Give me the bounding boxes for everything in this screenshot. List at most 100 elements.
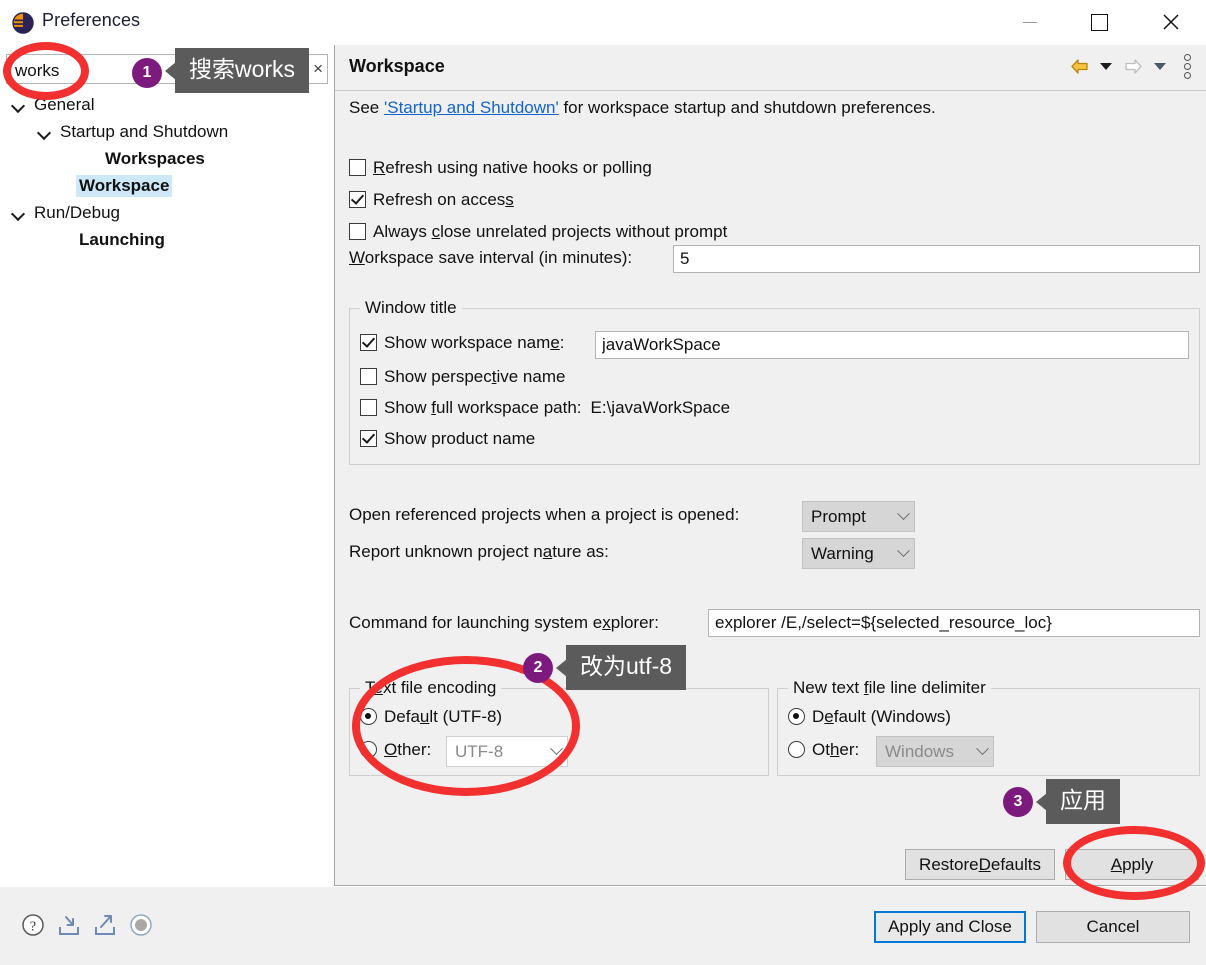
label-pre: D (812, 707, 825, 726)
system-explorer-input[interactable] (708, 609, 1200, 637)
tree-item-startup-and-shutdown[interactable]: Startup and Shutdown (0, 118, 335, 145)
label-mnemonic: e (550, 333, 560, 352)
footer-icon-bar: ? (20, 912, 154, 938)
help-icon[interactable]: ? (20, 912, 46, 938)
show-perspective-name-checkbox[interactable] (360, 368, 377, 385)
label-text: Open referenced projects when a project … (349, 505, 740, 524)
import-icon[interactable] (56, 912, 82, 938)
chevron-down-icon[interactable] (36, 123, 54, 141)
label-pre: Show product name (384, 429, 536, 448)
delimiter-other-row[interactable]: Other: (788, 740, 859, 760)
show-full-workspace-path-checkbox[interactable] (360, 399, 377, 416)
label-pre: Show (384, 398, 432, 417)
tree-item-label: Workspaces (105, 148, 205, 168)
encoding-default-radio[interactable] (360, 708, 377, 725)
show-product-name-checkbox[interactable] (360, 430, 377, 447)
back-dropdown-icon[interactable] (1095, 55, 1117, 77)
eclipse-icon (12, 12, 34, 34)
show-perspective-name-row[interactable]: Show perspective name (360, 367, 565, 387)
line-delimiter-group-label: New text file line delimiter (788, 678, 991, 698)
apply-and-close-button[interactable]: Apply and Close (874, 911, 1026, 943)
encoding-other-row[interactable]: Other: (360, 740, 431, 760)
tree-item-launching[interactable]: Launching (0, 226, 335, 253)
page-header: Workspace (335, 45, 1206, 91)
refresh-native-hooks-checkbox[interactable] (349, 159, 366, 176)
clear-search-icon[interactable]: × (313, 57, 323, 81)
label-mnemonic: c (431, 222, 441, 241)
window-title-group-label: Window title (360, 298, 462, 318)
text-file-encoding-group: Text file encoding Default (UTF-8) Other… (349, 678, 769, 776)
maximize-button[interactable] (1076, 0, 1122, 44)
startup-and-shutdown-link[interactable]: 'Startup and Shutdown' (384, 98, 559, 117)
chevron-down-icon (892, 549, 914, 558)
page-nav-toolbar (1068, 53, 1198, 79)
hint-suffix: for workspace startup and shutdown prefe… (558, 98, 936, 117)
always-close-unrelated-checkbox[interactable] (349, 223, 366, 240)
annotation-tooltip-1: 搜索works (164, 48, 310, 93)
label-post: lose unrelated projects without prompt (440, 222, 728, 241)
always-close-unrelated-row[interactable]: Always close unrelated projects without … (349, 222, 727, 242)
encoding-other-dropdown[interactable]: UTF-8 (446, 736, 568, 767)
refresh-on-access-row[interactable]: Refresh on access (349, 190, 514, 210)
label-mnemonic: O (384, 740, 398, 759)
tree-item-workspaces[interactable]: Workspaces (0, 145, 335, 172)
close-button[interactable] (1148, 0, 1194, 44)
toggle-icon[interactable] (128, 912, 154, 938)
restore-defaults-button[interactable]: Restore Defaults (905, 849, 1055, 880)
show-full-workspace-path-row[interactable]: Show full workspace path: E:\javaWorkSpac… (360, 398, 730, 418)
view-menu-icon[interactable] (1176, 53, 1198, 79)
label-post: lt (UTF-8) (429, 707, 503, 726)
encoding-other-value: UTF-8 (455, 741, 504, 761)
chevron-down-icon (545, 747, 567, 756)
label-pre: Always (373, 222, 432, 241)
show-product-name-row[interactable]: Show product name (360, 429, 535, 449)
back-arrow-icon[interactable] (1068, 55, 1090, 77)
show-workspace-name-row[interactable]: Show workspace name: (360, 333, 565, 353)
report-nature-dropdown[interactable]: Warning (802, 538, 915, 569)
refresh-on-access-checkbox[interactable] (349, 191, 366, 208)
label-pre: Show perspec (384, 367, 492, 386)
open-referenced-dropdown[interactable]: Prompt (802, 501, 915, 532)
label-pre: Show workspace nam (384, 333, 551, 352)
tree-item-workspace[interactable]: Workspace (0, 172, 335, 199)
save-interval-label: Workspace save interval (in minutes): (349, 248, 632, 268)
delimiter-default-radio[interactable] (788, 708, 805, 725)
label-pre: Defa (384, 707, 420, 726)
tree-item-label: General (34, 94, 95, 114)
annotation-tooltip-2: 改为utf-8 (555, 645, 687, 690)
encoding-other-radio[interactable] (360, 741, 377, 758)
label-post: fault (Windows) (833, 707, 951, 726)
export-icon[interactable] (92, 912, 118, 938)
open-referenced-label: Open referenced projects when a project … (349, 505, 739, 525)
refresh-native-hooks-row[interactable]: Refresh using native hooks or polling (349, 158, 652, 178)
chevron-down-icon (892, 512, 914, 521)
tree-item-run-debug[interactable]: Run/Debug (0, 199, 335, 226)
save-interval-input[interactable] (673, 245, 1200, 273)
delimiter-default-row[interactable]: Default (Windows) (788, 707, 951, 727)
cancel-button[interactable]: Cancel (1036, 911, 1190, 943)
tree-item-label: Launching (79, 229, 165, 249)
label-pre: Refresh on acces (373, 190, 506, 209)
apply-button[interactable]: Apply (1065, 849, 1199, 880)
minimize-icon (1023, 21, 1037, 23)
tree-item-general[interactable]: General (0, 91, 335, 118)
forward-dropdown-icon[interactable] (1149, 55, 1171, 77)
delimiter-other-dropdown[interactable]: Windows (876, 736, 994, 767)
title-bar: Preferences (0, 0, 1206, 46)
chevron-down-icon[interactable] (10, 96, 28, 114)
workspace-name-input[interactable] (595, 331, 1189, 359)
label-post: ture as: (552, 542, 609, 561)
label-post: : (559, 333, 565, 352)
encoding-default-row[interactable]: Default (UTF-8) (360, 707, 502, 727)
label-post: orkspace save interval (in minutes): (364, 248, 633, 267)
delimiter-other-radio[interactable] (788, 741, 805, 758)
line-delimiter-group: New text file line delimiter Default (Wi… (777, 678, 1200, 776)
minimize-button[interactable] (1007, 0, 1053, 44)
chevron-down-icon[interactable] (10, 204, 28, 222)
report-nature-value: Warning (811, 543, 874, 563)
label-post: efaults (990, 854, 1041, 874)
label-mnemonic: W (349, 248, 365, 267)
label-pre: Command for launching system e (349, 613, 603, 632)
show-workspace-name-checkbox[interactable] (360, 334, 377, 351)
